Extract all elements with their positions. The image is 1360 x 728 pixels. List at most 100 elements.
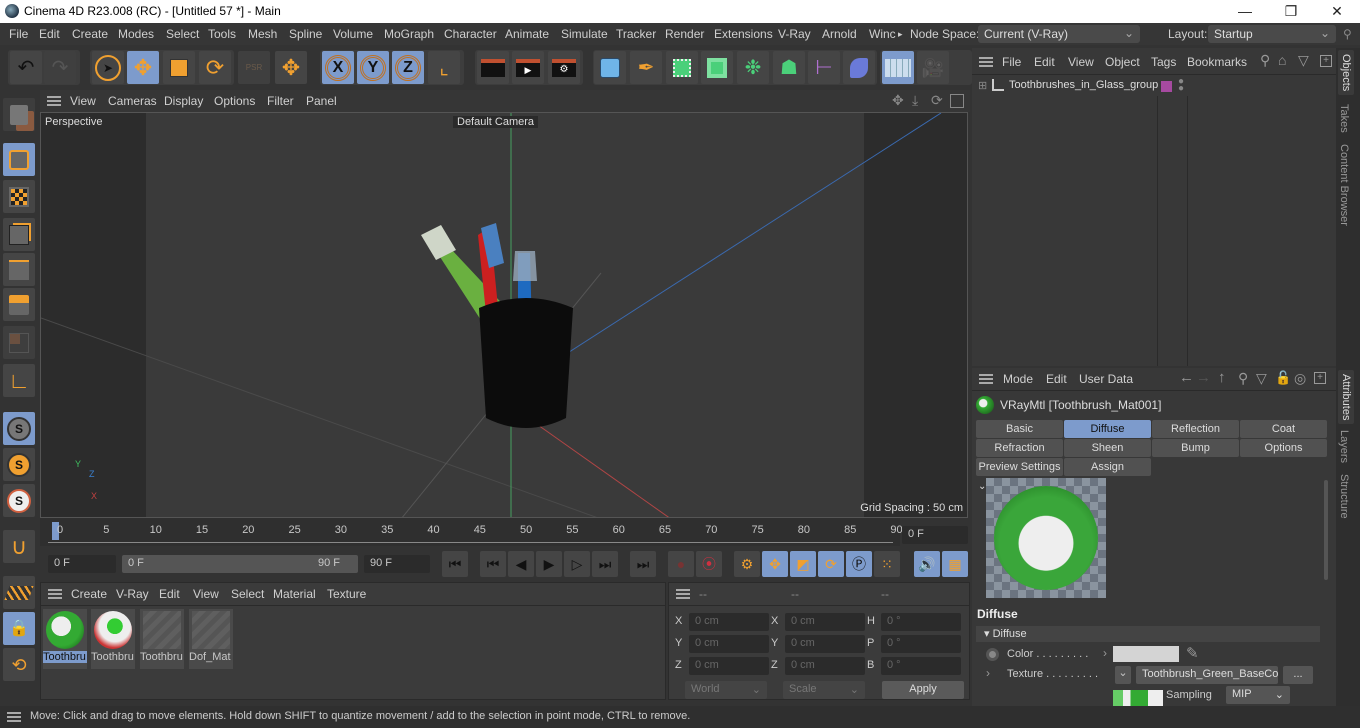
next-frame-icon[interactable]: ▷: [564, 551, 590, 577]
obj-menu-bookmarks[interactable]: Bookmarks: [1187, 55, 1247, 69]
obj-menu-view[interactable]: View: [1068, 55, 1094, 69]
color-swatch[interactable]: [1113, 646, 1179, 662]
attr-tab-reflection[interactable]: Reflection: [1152, 420, 1239, 438]
hamburger-icon[interactable]: [7, 712, 21, 722]
home-icon[interactable]: ⌂: [1278, 52, 1286, 68]
tab-content-browser[interactable]: Content Browser: [1338, 144, 1350, 226]
render-view-icon[interactable]: [477, 51, 509, 84]
attr-tab-basic[interactable]: Basic: [976, 420, 1063, 438]
node-space-dropdown[interactable]: Current (V-Ray) ⌄: [978, 25, 1140, 43]
cloner-icon[interactable]: ❉: [737, 51, 769, 84]
texture-mode-icon[interactable]: [3, 180, 35, 213]
key-parameter-icon[interactable]: Ⓟ: [846, 551, 872, 577]
render-picture-viewer-icon[interactable]: ▶: [512, 51, 544, 84]
color-radio[interactable]: [986, 648, 999, 661]
coord-field[interactable]: 0 cm: [785, 613, 865, 631]
points-mode-icon[interactable]: [3, 218, 35, 251]
diffuse-group-header[interactable]: ▾ Diffuse: [976, 626, 1320, 642]
coord-field[interactable]: 0 cm: [689, 657, 769, 675]
camera-label[interactable]: Default Camera: [453, 116, 539, 128]
attr-tab-preview-settings[interactable]: Preview Settings: [976, 458, 1063, 476]
coord-field[interactable]: 0 °: [881, 613, 961, 631]
filter-icon[interactable]: ▽: [1298, 52, 1309, 69]
pen-icon[interactable]: ✒: [630, 51, 662, 84]
coord-field[interactable]: 0 cm: [689, 635, 769, 653]
play-icon[interactable]: ▶: [536, 551, 562, 577]
minimize-button[interactable]: —: [1222, 0, 1268, 23]
obj-menu-file[interactable]: File: [1002, 55, 1021, 69]
menu-arnold[interactable]: Arnold: [822, 27, 857, 41]
key-position-icon[interactable]: ✥: [762, 551, 788, 577]
menu-animate[interactable]: Animate: [505, 27, 549, 41]
back-arrow-icon[interactable]: ←: [1179, 369, 1194, 386]
viewport-menu-panel[interactable]: Panel: [306, 94, 337, 108]
layout-dropdown[interactable]: Startup ⌄: [1208, 25, 1336, 43]
material-tag[interactable]: [1161, 81, 1172, 92]
undo-icon[interactable]: ↶: [10, 51, 42, 84]
hamburger-icon[interactable]: [676, 589, 690, 599]
film-icon[interactable]: ▦: [942, 551, 968, 577]
filter-icon[interactable]: ▽: [1256, 370, 1267, 387]
menu-modes[interactable]: Modes: [118, 27, 154, 41]
attr-tab-coat[interactable]: Coat: [1240, 420, 1327, 438]
psr-icon[interactable]: PSR: [238, 51, 270, 84]
record-off-icon[interactable]: ●: [668, 551, 694, 577]
forward-arrow-icon[interactable]: →: [1196, 369, 1211, 386]
key-pla-icon[interactable]: ⁙: [874, 551, 900, 577]
redo-icon[interactable]: ↷: [44, 51, 76, 84]
obj-menu-object[interactable]: Object: [1105, 55, 1140, 69]
attr-menu-mode[interactable]: Mode: [1003, 372, 1033, 386]
hamburger-icon[interactable]: [47, 96, 61, 106]
subdivision-icon[interactable]: [666, 51, 698, 84]
viewport-menu-filter[interactable]: Filter: [267, 94, 294, 108]
edges-mode-icon[interactable]: [3, 253, 35, 286]
menu-mograph[interactable]: MoGraph: [384, 27, 434, 41]
attr-tab-refraction[interactable]: Refraction: [976, 439, 1063, 457]
pan-view-icon[interactable]: ✥: [892, 92, 904, 109]
axis-mode-icon[interactable]: ∟: [3, 364, 35, 397]
coordinate-space-dropdown[interactable]: World ⌄: [685, 681, 767, 699]
texture-dropdown[interactable]: ⌄: [1115, 666, 1131, 684]
rotate-icon[interactable]: ⟳: [199, 51, 231, 84]
scale-icon[interactable]: [163, 51, 195, 84]
expand-icon[interactable]: ⊞: [978, 79, 987, 92]
attr-tab-options[interactable]: Options: [1240, 439, 1327, 457]
model-mode-icon[interactable]: [3, 143, 35, 176]
solo-off-icon[interactable]: S: [3, 412, 35, 445]
coord-field[interactable]: 0 °: [881, 657, 961, 675]
move-icon[interactable]: ✥: [127, 51, 159, 84]
texture-field[interactable]: Toothbrush_Green_BaseCol: [1136, 666, 1278, 684]
material-item[interactable]: Toothbru: [43, 609, 87, 669]
solo-hierarchy-icon[interactable]: S: [3, 484, 35, 517]
apply-button[interactable]: Apply: [882, 681, 964, 699]
array-icon[interactable]: ☗: [773, 51, 805, 84]
render-settings-icon[interactable]: ⚙: [548, 51, 580, 84]
keyframe-settings-icon[interactable]: ⚙: [734, 551, 760, 577]
obj-menu-edit[interactable]: Edit: [1034, 55, 1055, 69]
menu-create[interactable]: Create: [72, 27, 108, 41]
hamburger-icon[interactable]: [979, 57, 993, 67]
goto-start-icon[interactable]: ⏮: [442, 551, 468, 577]
attr-tab-sheen[interactable]: Sheen: [1064, 439, 1151, 457]
snap-icon[interactable]: ∪: [3, 530, 35, 563]
bend-icon[interactable]: [843, 51, 875, 84]
close-button[interactable]: ✕: [1314, 0, 1360, 23]
menu-volume[interactable]: Volume: [333, 27, 373, 41]
attr-menu-edit[interactable]: Edit: [1046, 372, 1067, 386]
chevron-right-icon[interactable]: ›: [1103, 646, 1107, 660]
uv-mode-icon[interactable]: [3, 326, 35, 359]
visibility-dots[interactable]: ● ●: [1178, 77, 1184, 94]
end-frame-field[interactable]: 90 F: [364, 555, 430, 573]
search-icon[interactable]: ⚲: [1343, 27, 1352, 41]
sampling-dropdown[interactable]: MIP ⌄: [1226, 686, 1290, 704]
tab-takes[interactable]: Takes: [1338, 104, 1350, 133]
sound-icon[interactable]: 🔊: [914, 551, 940, 577]
attr-tab-assign[interactable]: Assign: [1064, 458, 1151, 476]
mat-menu-create[interactable]: Create: [71, 587, 107, 601]
select-icon[interactable]: ➤: [92, 51, 124, 84]
planar-workplane-icon[interactable]: ⟲: [3, 648, 35, 681]
target-icon[interactable]: ◎: [1294, 370, 1306, 387]
camera-icon[interactable]: 🎥: [917, 51, 949, 84]
attr-tab-bump[interactable]: Bump: [1152, 439, 1239, 457]
polygons-mode-icon[interactable]: [3, 288, 35, 321]
